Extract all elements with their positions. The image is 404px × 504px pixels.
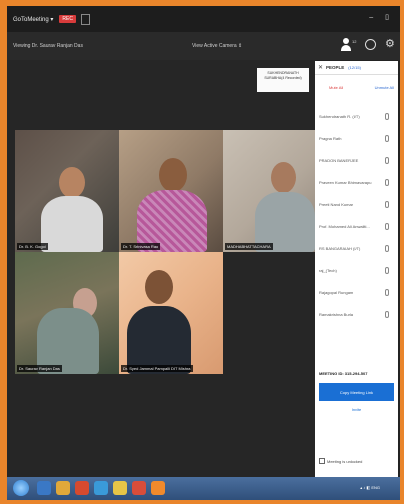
- participant-name: Praveen Kumar Bhimavarapu: [319, 179, 372, 185]
- taskbar-app-icon[interactable]: [113, 481, 127, 495]
- people-icon[interactable]: 12: [340, 38, 357, 52]
- settings-gear-icon[interactable]: ⚙: [385, 37, 395, 50]
- copy-meeting-link-button[interactable]: Copy Meeting Link: [319, 383, 394, 401]
- participant-label: Dr. T. Srinivasa Rao: [121, 243, 161, 250]
- notification-popup[interactable]: SUKHENDRANATH SURABHA(4 Recorded): [257, 68, 309, 92]
- taskbar-app-icon[interactable]: [94, 481, 108, 495]
- participant-row[interactable]: Ramakrishna Burla: [315, 303, 398, 325]
- people-panel-count: (12/15): [348, 65, 361, 70]
- people-panel-title: PEOPLE: [326, 65, 345, 70]
- participant-name: raj_(Tech): [319, 267, 337, 273]
- participant-row[interactable]: Rajagopal Rungam: [315, 281, 398, 303]
- mute-all-button[interactable]: Mute All: [329, 85, 343, 97]
- participant-row[interactable]: Sukhendranath R. (I/T): [315, 105, 398, 127]
- lock-icon: [319, 458, 325, 464]
- participant-name: Rajagopal Rungam: [319, 289, 354, 295]
- participant-label: Dr. B. K. Gogoi: [17, 243, 48, 250]
- participant-name: Pragna Rath: [319, 135, 342, 141]
- participant-row[interactable]: raj_(Tech): [315, 259, 398, 281]
- window-controls[interactable]: – ▯: [369, 13, 394, 21]
- chat-icon[interactable]: [365, 39, 376, 50]
- participant-name: Ramakrishna Burla: [319, 311, 354, 317]
- participant-name: Preeti Nand Kumar: [319, 201, 354, 207]
- notification-line: SURABHA(4 Recorded): [264, 76, 302, 80]
- meeting-id: MEETING ID: 315-294-507: [319, 371, 368, 376]
- microphone-icon[interactable]: [385, 244, 389, 252]
- participant-row[interactable]: Pragna Rath: [315, 127, 398, 149]
- participant-label: MADHABHATTACHARA: [225, 243, 273, 250]
- unmute-all-button[interactable]: Unmute All: [375, 85, 394, 97]
- meeting-lock-label: Meeting is unlocked: [327, 458, 363, 464]
- participant-label: Dr. Syed Jammal Pampalli DIT Mishra: [121, 365, 193, 372]
- system-tray[interactable]: ▴ ♪ ◧ ENG: [360, 485, 380, 490]
- start-button-icon[interactable]: [13, 480, 29, 496]
- microphone-icon[interactable]: [385, 266, 389, 274]
- participant-row[interactable]: Preeti Nand Kumar: [315, 193, 398, 215]
- participant-name: RS BANGARAIAH (I/T): [319, 245, 361, 251]
- meeting-info-bar: Viewing Dr. Saurav Ranjan Das View Activ…: [7, 32, 400, 60]
- video-tile[interactable]: MADHABHATTACHARA: [223, 130, 317, 252]
- viewing-text: Viewing Dr. Saurav Ranjan Das: [13, 43, 83, 49]
- taskbar-app-icon[interactable]: [56, 481, 70, 495]
- participant-row[interactable]: PRADON BANERJEE: [315, 149, 398, 171]
- microphone-icon[interactable]: [385, 134, 389, 142]
- video-tile[interactable]: Dr. Syed Jammal Pampalli DIT Mishra: [119, 252, 223, 374]
- participant-name: Sukhendranath R. (I/T): [319, 113, 360, 119]
- participant-name: Prof. Mohamed Ali Anwaliti...: [319, 223, 370, 229]
- view-mode-dropdown[interactable]: View Active Camera ⇕: [192, 43, 242, 49]
- close-icon[interactable]: ✕: [318, 64, 323, 71]
- microphone-icon[interactable]: [385, 112, 389, 120]
- microphone-icon[interactable]: [385, 310, 389, 318]
- screen-share-icon[interactable]: [80, 13, 90, 25]
- microphone-icon[interactable]: [385, 222, 389, 230]
- participant-row[interactable]: RS BANGARAIAH (I/T): [315, 237, 398, 259]
- title-bar: GoToMeeting ▾ REC – ▯: [7, 6, 400, 32]
- recording-badge: REC: [59, 15, 76, 23]
- participant-row[interactable]: Praveen Kumar Bhimavarapu: [315, 171, 398, 193]
- microphone-icon[interactable]: [385, 200, 389, 208]
- taskbar-app-icon[interactable]: [75, 481, 89, 495]
- microphone-icon[interactable]: [385, 156, 389, 164]
- people-count: 12: [352, 39, 357, 44]
- meeting-lock-status[interactable]: Meeting is unlocked: [319, 458, 362, 464]
- video-tile[interactable]: Dr. Saurav Ranjan Das: [15, 252, 119, 374]
- taskbar-app-icon[interactable]: [151, 481, 165, 495]
- participant-name: PRADON BANERJEE: [319, 157, 359, 163]
- video-tile[interactable]: Dr. B. K. Gogoi: [15, 130, 119, 252]
- microphone-icon[interactable]: [385, 288, 389, 296]
- windows-taskbar: ▴ ♪ ◧ ENG: [7, 477, 400, 500]
- people-panel-header: ✕ PEOPLE (12/15): [315, 61, 398, 75]
- taskbar-app-icon[interactable]: [132, 481, 146, 495]
- participant-label: Dr. Saurav Ranjan Das: [17, 365, 62, 372]
- taskbar-app-icon[interactable]: [37, 481, 51, 495]
- people-panel: ✕ PEOPLE (12/15) Mute All Unmute All Suk…: [315, 61, 398, 477]
- microphone-icon[interactable]: [385, 178, 389, 186]
- invite-link[interactable]: Invite: [315, 407, 398, 412]
- video-tile[interactable]: Dr. T. Srinivasa Rao: [119, 130, 223, 252]
- mute-controls: Mute All Unmute All: [315, 85, 398, 97]
- video-stage: Dr. B. K. Gogoi Dr. T. Srinivasa Rao MAD…: [7, 60, 317, 477]
- app-name[interactable]: GoToMeeting ▾: [13, 16, 53, 23]
- participant-row[interactable]: Prof. Mohamed Ali Anwaliti...: [315, 215, 398, 237]
